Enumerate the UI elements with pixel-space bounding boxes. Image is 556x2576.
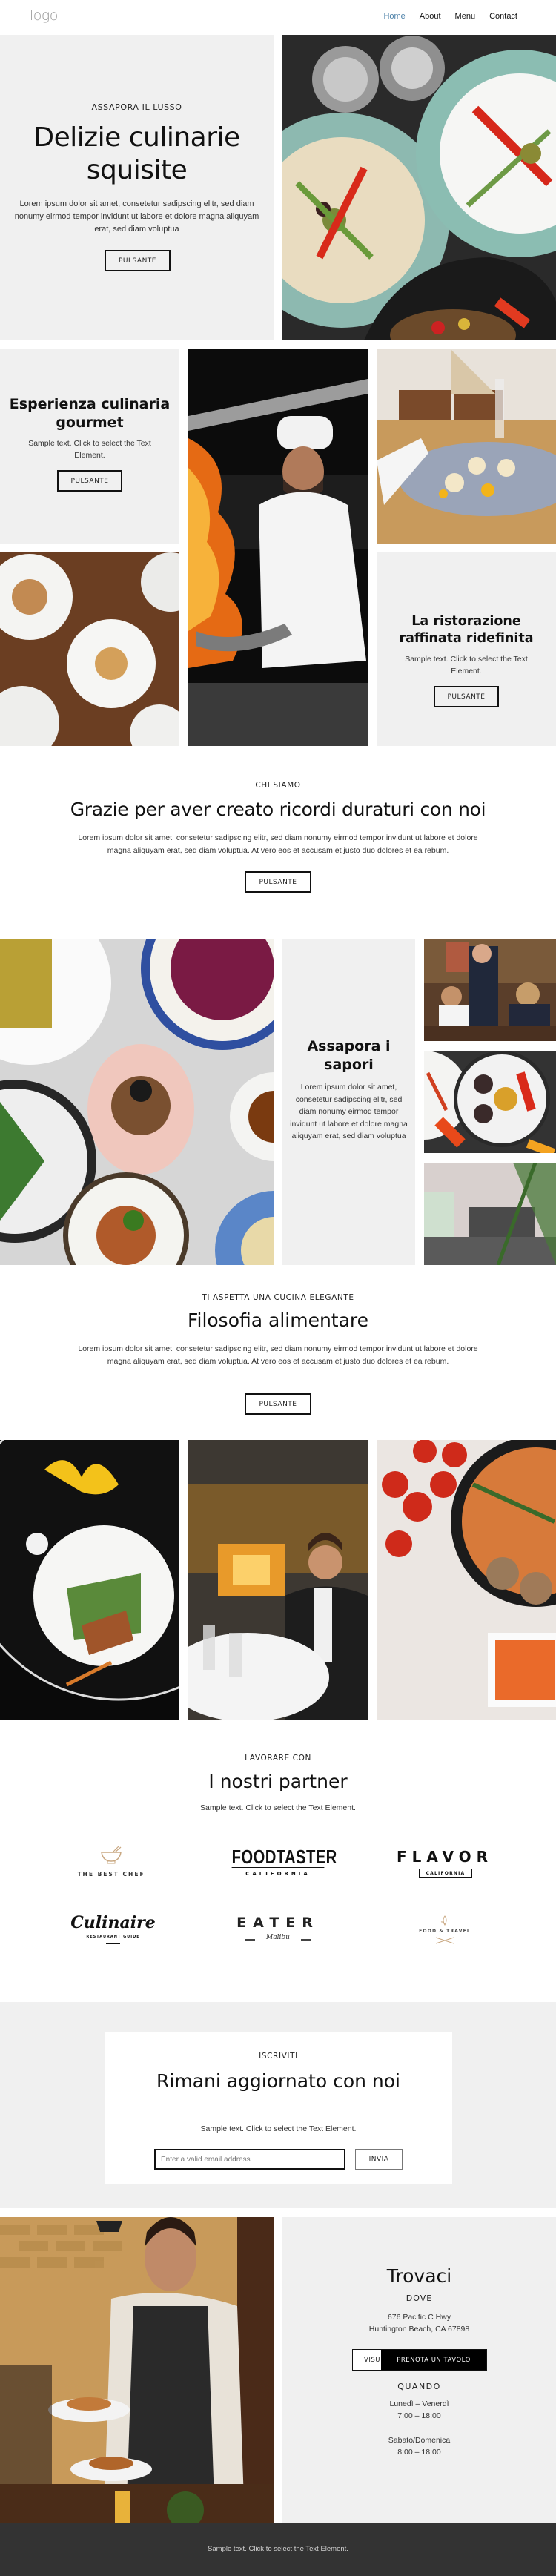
about-section: CHI SIAMO Grazie per aver creato ricordi…: [0, 749, 556, 934]
newsletter-eyebrow: ISCRIVITI: [259, 2052, 298, 2061]
philosophy-section: TI ASPETTA UNA CUCINA ELEGANTE Filosofia…: [0, 1265, 556, 1436]
where-label: DOVE: [406, 2293, 433, 2303]
vegetables-plate-image: [424, 1051, 556, 1153]
partner-logo-food-travel[interactable]: FOOD & TRAVEL: [400, 1915, 489, 1952]
partner-logo-flavor[interactable]: FLAVOR CALIFORNIA: [389, 1848, 500, 1885]
flavors-panel: Assapora i sapori Lorem ipsum dolor sit …: [282, 939, 415, 1265]
weekdays-label: Lunedì – Venerdì: [389, 2400, 449, 2408]
partner-logo-eater-sub: Malibu: [266, 1934, 290, 1941]
partner-logo-flavor-name: FLAVOR: [396, 1848, 494, 1866]
contact-panel: Trovaci DOVE 676 Pacific C Hwy Huntingto…: [282, 2217, 556, 2523]
bowl-icon: [101, 1846, 122, 1864]
newsletter-section: ISCRIVITI Rimani aggiornato con noi Samp…: [0, 2002, 556, 2208]
duck-salad-image: [0, 1440, 179, 1720]
nav-menu[interactable]: Menu: [455, 12, 476, 21]
site-header: logo Home About Menu Contact: [0, 0, 556, 35]
partners-section: LAVORARE CON I nostri partner Sample tex…: [0, 1720, 556, 2002]
friends-dining-image: [424, 939, 556, 1041]
main-nav: Home About Menu Contact: [383, 12, 517, 21]
partner-logo-flavor-sub: CALIFORNIA: [419, 1869, 472, 1878]
card-ristorazione-title: La ristorazione raffinata ridefinita: [399, 614, 534, 646]
email-input[interactable]: [154, 2149, 345, 2170]
about-title: Grazie per aver creato ricordi duraturi …: [70, 799, 486, 820]
newsletter-card: ISCRIVITI Rimani aggiornato con noi Samp…: [105, 2032, 452, 2184]
philosophy-button[interactable]: PULSANTE: [245, 1393, 311, 1415]
hero-image: [282, 35, 556, 340]
weekday-hours: 7:00 – 18:00: [397, 2411, 441, 2420]
partners-eyebrow: LAVORARE CON: [245, 1754, 311, 1763]
about-button[interactable]: PULSANTE: [245, 871, 311, 893]
philosophy-eyebrow: TI ASPETTA UNA CUCINA ELEGANTE: [202, 1293, 354, 1302]
philosophy-title: Filosofia alimentare: [187, 1310, 369, 1331]
flavors-title: Assapora i sapori: [307, 1038, 391, 1073]
address-line-1: 676 Pacific C Hwy: [387, 2313, 451, 2322]
partners-text: Sample text. Click to select the Text El…: [200, 1803, 356, 1812]
partner-logo-foodtaster-sub: CALIFORNIA: [245, 1871, 311, 1877]
card-ristorazione-text: Sample text. Click to select the Text El…: [405, 655, 528, 676]
card-gourmet: Esperienza culinaria gourmet Sample text…: [0, 349, 179, 544]
contact-title: Trovaci: [386, 2265, 452, 2287]
weekend-hours: 8:00 – 18:00: [397, 2448, 441, 2457]
philosophy-text: Lorem ipsum dolor sit amet, consetetur s…: [78, 1344, 478, 1366]
footer-text: Sample text. Click to select the Text El…: [208, 2545, 348, 2553]
about-text: Lorem ipsum dolor sit amet, consetetur s…: [78, 833, 478, 855]
crossed-utensils-icon: [435, 1937, 454, 1944]
newsletter-title: Rimani aggiornato con noi: [156, 2070, 400, 2092]
about-eyebrow: CHI SIAMO: [255, 781, 301, 790]
plated-dishes-image: [0, 939, 274, 1265]
partner-logo-culinaire[interactable]: Culinaire RESTAURANT GUIDE: [67, 1913, 159, 1950]
partner-logo-best-chef[interactable]: THE BEST CHEF: [67, 1846, 156, 1883]
scallops-image: [377, 349, 556, 544]
hero-button[interactable]: PULSANTE: [105, 250, 171, 271]
leaf-icon: [440, 1915, 447, 1926]
nav-home[interactable]: Home: [383, 12, 405, 21]
flavors-text: Lorem ipsum dolor sit amet, consetetur s…: [290, 1083, 408, 1140]
logo[interactable]: logo: [30, 7, 58, 24]
tomato-meatballs-image: [377, 1440, 556, 1720]
submit-button[interactable]: INVIA: [355, 2149, 403, 2170]
partner-logo-foodtaster-name: FOODTASTER: [231, 1846, 337, 1868]
partner-logo-culinaire-name: Culinaire: [70, 1913, 156, 1932]
partner-logo-eater-name: EATER: [236, 1915, 320, 1931]
visit-button[interactable]: VISU: [353, 2350, 381, 2370]
divider: [106, 1943, 120, 1944]
card-ristorazione: La ristorazione raffinata ridefinita Sam…: [377, 552, 556, 746]
partner-logo-food-travel-text: FOOD & TRAVEL: [419, 1929, 471, 1934]
card-ristorazione-button[interactable]: PULSANTE: [434, 686, 499, 707]
card-gourmet-title: Esperienza culinaria gourmet: [9, 396, 171, 431]
newsletter-text: Sample text. Click to select the Text El…: [200, 2124, 357, 2133]
hero-text-panel: ASSAPORA IL LUSSO Delizie culinarie squi…: [0, 35, 274, 340]
site-footer: Sample text. Click to select the Text El…: [0, 2523, 556, 2576]
when-label: QUANDO: [397, 2382, 441, 2391]
table-dishes-image: [0, 552, 179, 746]
card-gourmet-button[interactable]: PULSANTE: [57, 470, 122, 492]
chef-image: [188, 349, 368, 746]
partner-logo-eater[interactable]: EATER Malibu: [230, 1915, 326, 1952]
weekend-label: Sabato/Domenica: [388, 2436, 451, 2445]
partner-logo-best-chef-text: THE BEST CHEF: [77, 1871, 145, 1877]
hero-title: Delizie culinarie squisite: [33, 122, 240, 185]
nav-contact[interactable]: Contact: [489, 12, 517, 21]
man-dining-image: [188, 1440, 368, 1720]
card-gourmet-text: Sample text. Click to select the Text El…: [28, 439, 151, 460]
nav-about[interactable]: About: [420, 12, 441, 21]
divider: [301, 1939, 311, 1941]
address-line-2: Huntington Beach, CA 67898: [368, 2325, 470, 2334]
hero-text: Lorem ipsum dolor sit amet, consetetur s…: [14, 199, 259, 234]
partner-logo-foodtaster[interactable]: FOODTASTER CALIFORNIA: [219, 1846, 337, 1883]
waiter-image: [0, 2217, 274, 2523]
hero-eyebrow: ASSAPORA IL LUSSO: [91, 102, 182, 112]
restaurant-interior-image: [424, 1163, 556, 1265]
partner-logo-culinaire-sub: RESTAURANT GUIDE: [86, 1935, 140, 1939]
partners-title: I nostri partner: [208, 1771, 348, 1792]
book-table-button[interactable]: PRENOTA UN TAVOLO: [381, 2350, 486, 2370]
contact-button-group: VISU PRENOTA UN TAVOLO: [352, 2349, 487, 2371]
